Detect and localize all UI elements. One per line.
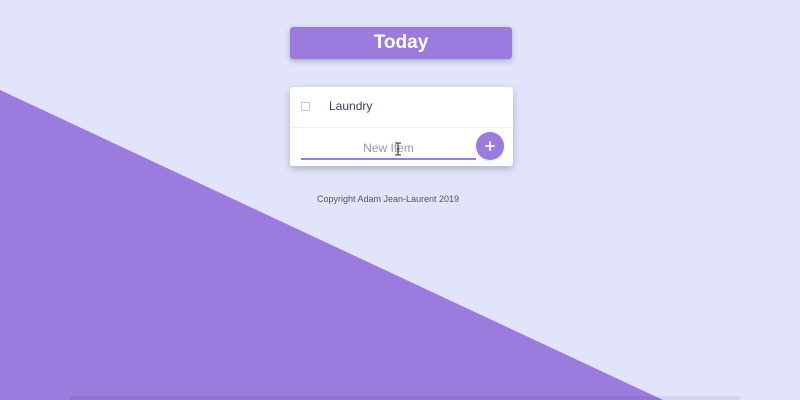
new-item-input[interactable] [301,138,476,160]
footer-copyright: Copyright Adam Jean-Laurent 2019 [316,194,460,204]
item-label: Laundry [329,99,373,113]
list-item[interactable]: Laundry [290,87,513,128]
heading-banner: Today [290,27,512,59]
todo-card: Laundry [290,87,513,166]
page-title: Today [373,32,429,53]
add-item-button[interactable] [476,132,504,160]
plus-icon [485,141,495,151]
text-cursor-icon [395,142,401,156]
item-checkbox[interactable] [301,102,310,111]
